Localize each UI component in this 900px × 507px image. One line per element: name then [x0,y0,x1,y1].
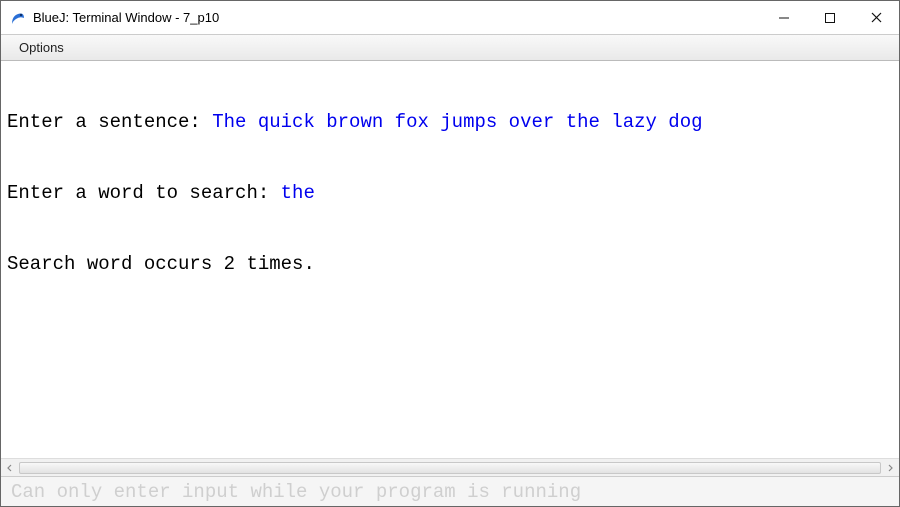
terminal-line: Enter a word to search: the [7,182,893,206]
terminal-prompt: Search word occurs 2 times. [7,253,315,275]
scrollbar-track[interactable] [19,462,881,474]
terminal-prompt: Enter a sentence: [7,111,212,133]
bluej-terminal-window: BlueJ: Terminal Window - 7_p10 Options E… [0,0,900,507]
terminal-user-input: The quick brown fox jumps over the lazy … [212,111,702,133]
maximize-button[interactable] [807,1,853,34]
terminal-line: Enter a sentence: The quick brown fox ju… [7,111,893,135]
terminal-user-input: the [281,182,315,204]
menubar: Options [1,35,899,61]
bluej-app-icon [9,9,27,27]
scrollbar-thumb[interactable] [19,462,881,474]
close-button[interactable] [853,1,899,34]
terminal-input-placeholder: Can only enter input while your program … [11,481,889,503]
scroll-left-icon[interactable] [3,461,17,475]
titlebar: BlueJ: Terminal Window - 7_p10 [1,1,899,35]
window-controls [761,1,899,34]
scroll-right-icon[interactable] [883,461,897,475]
terminal-output: Enter a sentence: The quick brown fox ju… [1,61,899,458]
terminal-input-row: Can only enter input while your program … [1,476,899,506]
horizontal-scrollbar[interactable] [1,458,899,476]
menu-options[interactable]: Options [11,38,72,57]
terminal-prompt: Enter a word to search: [7,182,281,204]
window-title: BlueJ: Terminal Window - 7_p10 [33,10,761,25]
terminal-line: Search word occurs 2 times. [7,253,893,277]
minimize-button[interactable] [761,1,807,34]
